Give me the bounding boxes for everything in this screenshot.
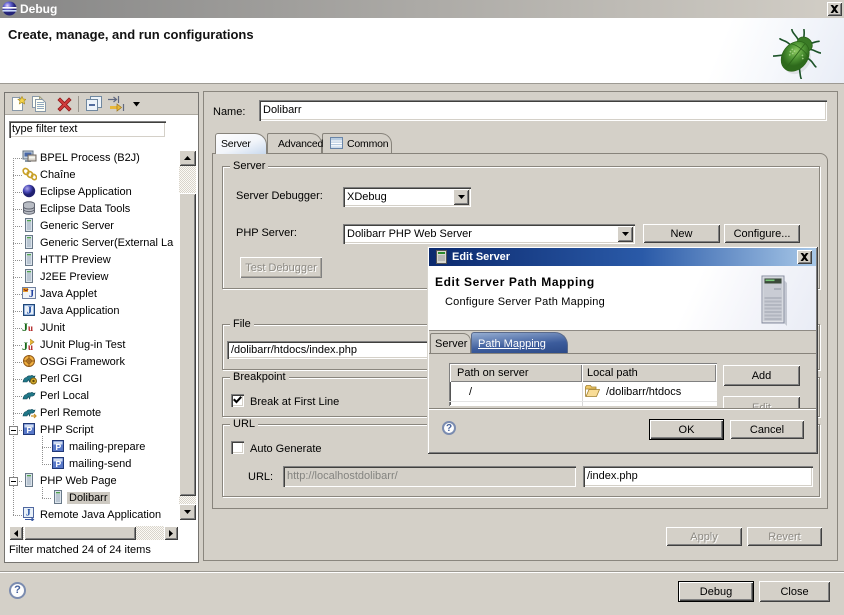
svg-text:J: J: [29, 289, 34, 300]
svg-text:J: J: [26, 508, 31, 518]
svg-text:J: J: [27, 305, 33, 317]
svg-text:u: u: [28, 323, 33, 333]
svg-text:u: u: [28, 342, 33, 351]
svg-text:P: P: [56, 459, 62, 469]
svg-text:P: P: [27, 425, 33, 435]
svg-text:P: P: [56, 442, 62, 452]
